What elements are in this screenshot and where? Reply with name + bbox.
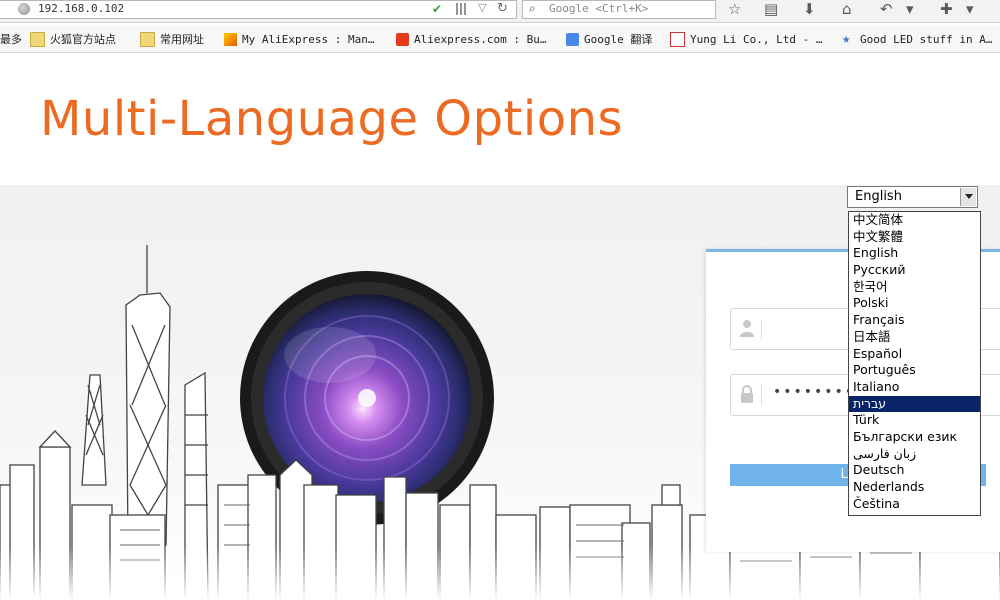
language-option[interactable]: עברית [849, 395, 980, 413]
language-option[interactable]: Čeština [849, 496, 980, 513]
language-option[interactable]: 中文繁體 [849, 229, 980, 246]
aliexpress-icon [224, 32, 237, 46]
extension-icon[interactable]: ✚ [940, 0, 953, 18]
dropdown-arrow-icon[interactable]: ▽ [478, 1, 486, 14]
language-option[interactable]: Français [849, 312, 980, 329]
page-title: Multi-Language Options [40, 91, 623, 147]
bookmark-label: Aliexpress.com : Bu… [414, 32, 547, 46]
bookmark-label: 火狐官方站点 [50, 33, 116, 46]
folder-icon [30, 31, 45, 47]
home-icon[interactable]: ⌂ [842, 0, 852, 18]
address-url[interactable]: 192.168.0.102 [38, 2, 124, 15]
bookmark-label: My AliExpress : Man… [242, 32, 375, 46]
shield-icon[interactable]: ✔ [432, 2, 444, 16]
search-icon: ⌕ [529, 1, 536, 15]
bookmark-firefox-sites[interactable]: 火狐官方站点 [30, 31, 116, 47]
browser-toolbar: 192.168.0.102 ✔ ▽ ↻ ⌕ Google <Ctrl+K> ☆ … [0, 0, 1000, 23]
language-options-list: 中文简体 中文繁體 English Русский 한국어 Polski Français 日… [848, 211, 981, 516]
language-option[interactable]: Português [849, 362, 980, 379]
reading-list-icon[interactable]: ▤ [764, 0, 778, 18]
bookmark-good-led[interactable]: ★ Good LED stuff in A… [842, 31, 992, 47]
language-option[interactable]: Български език [849, 429, 980, 446]
lock-icon [741, 385, 753, 403]
reload-icon[interactable]: ↻ [497, 1, 508, 16]
language-option[interactable]: English [849, 245, 980, 262]
bookmark-aliexpress[interactable]: Aliexpress.com : Bu… [396, 31, 546, 47]
bookmark-star-icon[interactable]: ☆ [728, 0, 741, 18]
bookmarks-bar: 最多 火狐官方站点 常用网址 My AliExpress : Man… Alie… [0, 26, 1000, 53]
bookmark-label: Good LED stuff in A… [860, 32, 993, 46]
bookmark-label: Yung Li Co., Ltd - … [690, 32, 823, 46]
bookmark-label: Google 翻译 [584, 33, 653, 46]
bookmark-my-aliexpress[interactable]: My AliExpress : Man… [224, 31, 374, 47]
globe-icon [18, 3, 30, 15]
address-bar[interactable]: 192.168.0.102 ✔ ▽ ↻ [0, 0, 517, 19]
language-option[interactable]: Italiano [849, 379, 980, 396]
google-translate-icon [566, 32, 579, 46]
language-option[interactable]: زبان فارسی [849, 446, 980, 463]
mail-icon [670, 31, 685, 47]
page-content: Multi-Language Options •••••••• English … [0, 53, 1000, 600]
language-option[interactable]: Deutsch [849, 462, 980, 479]
language-option[interactable]: Nederlands [849, 479, 980, 496]
field-separator [761, 385, 762, 405]
dropdown-icon[interactable]: ▾ [906, 0, 914, 18]
qr-code-icon[interactable] [456, 3, 468, 15]
user-icon [740, 320, 754, 337]
language-option[interactable]: Español [849, 346, 980, 363]
bookmark-google-translate[interactable]: Google 翻译 [566, 31, 652, 47]
language-option[interactable]: Türk [849, 412, 980, 429]
menu-dropdown-icon[interactable]: ▾ [966, 0, 974, 18]
language-option[interactable]: Русский [849, 262, 980, 279]
language-option[interactable]: 日本語 [849, 329, 980, 346]
bookmark-label: 最多 [0, 33, 22, 46]
undo-icon[interactable]: ↶ [880, 0, 893, 18]
bookmark-most-visited[interactable]: 最多 [0, 31, 22, 47]
bookmark-common-urls[interactable]: 常用网址 [140, 31, 204, 47]
folder-icon [140, 31, 155, 47]
search-placeholder: Google <Ctrl+K> [549, 2, 649, 15]
language-option[interactable]: 中文简体 [849, 212, 980, 229]
bookmark-label: 常用网址 [160, 33, 204, 46]
field-separator [761, 319, 762, 339]
star-icon: ★ [842, 30, 851, 47]
download-icon[interactable]: ⬇ [803, 0, 816, 18]
dropdown-arrow-icon[interactable] [960, 188, 976, 206]
language-option[interactable]: Polski [849, 295, 980, 312]
password-value[interactable]: •••••••• [773, 384, 855, 400]
language-option[interactable]: 한국어 [849, 279, 980, 296]
camera-lens-icon [240, 271, 494, 525]
bookmark-yung-li[interactable]: Yung Li Co., Ltd - … [670, 31, 822, 47]
language-select[interactable]: English [847, 186, 978, 208]
search-bar[interactable]: ⌕ Google <Ctrl+K> [522, 0, 716, 19]
aliexpress-red-icon [396, 32, 409, 46]
language-selected-value: English [855, 189, 902, 204]
